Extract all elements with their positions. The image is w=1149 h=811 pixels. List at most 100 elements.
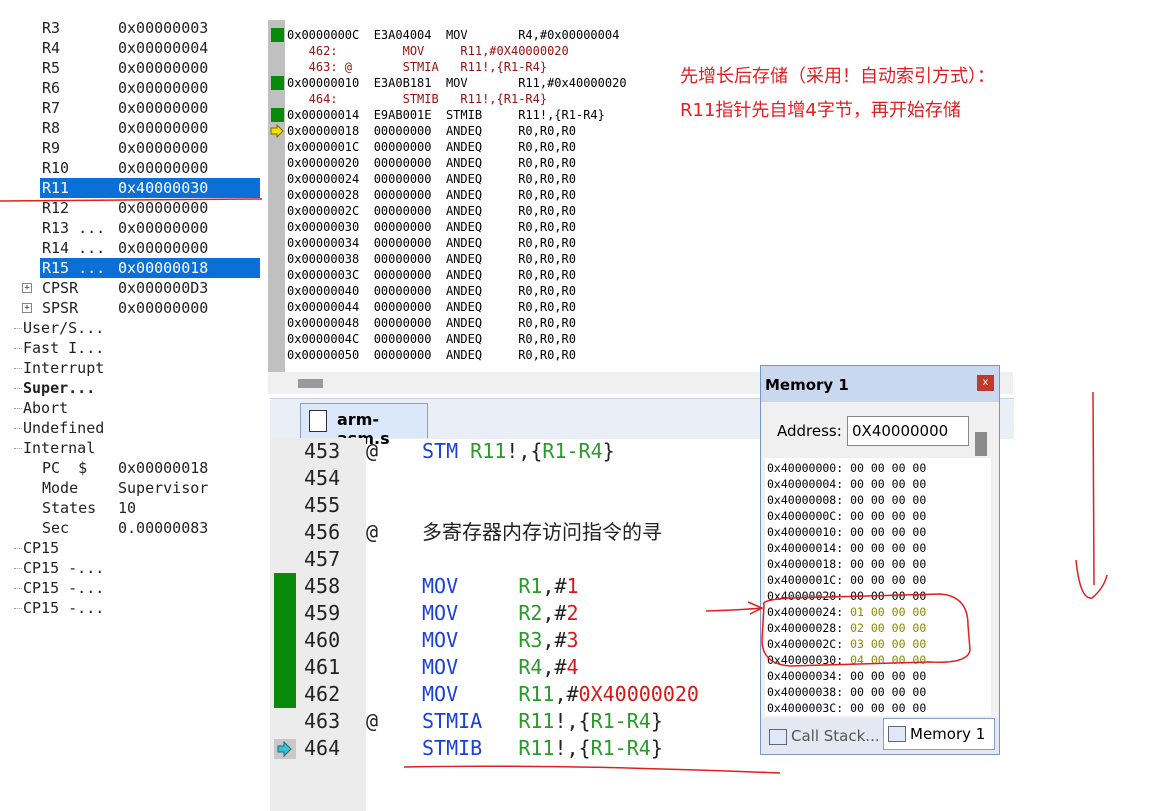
memory-row[interactable]: 0x40000028: 02 00 00 00 xyxy=(767,620,926,636)
register-row[interactable]: R8 0x00000000 xyxy=(0,118,262,138)
memory-row[interactable]: 0x4000003C: 00 00 00 00 xyxy=(767,700,926,716)
tab-arm-asm[interactable]: arm-asm.s xyxy=(300,403,428,448)
disassembly-line[interactable]: 0x0000001C 00000000 ANDEQ R0,R0,R0 xyxy=(287,139,576,155)
memory-row[interactable]: 0x40000014: 00 00 00 00 xyxy=(767,540,926,556)
code-token: MOV xyxy=(422,574,459,598)
disassembly-line[interactable]: 0x00000028 00000000 ANDEQ R0,R0,R0 xyxy=(287,187,576,203)
code-token: } xyxy=(650,709,663,733)
register-row[interactable]: R10 0x00000000 xyxy=(0,158,262,178)
disassembly-line[interactable]: 0x00000030 00000000 ANDEQ R0,R0,R0 xyxy=(287,219,576,235)
code-token: 多寄存器内存访问指令的寻 xyxy=(422,520,662,544)
register-row[interactable]: States 10 xyxy=(0,498,262,518)
memory-row[interactable]: 0x40000004: 00 00 00 00 xyxy=(767,476,926,492)
memory-bytes: 00 00 00 00 xyxy=(850,685,927,699)
memory-window[interactable]: Memory 1 x Address: 0x40000000: 00 00 00… xyxy=(760,365,1000,755)
register-row[interactable]: Internal xyxy=(0,438,262,458)
code-token: R4 xyxy=(458,655,543,679)
disassembly-line[interactable]: 0x0000002C 00000000 ANDEQ R0,R0,R0 xyxy=(287,203,576,219)
tab-memory[interactable]: Memory 1 xyxy=(883,718,995,750)
memory-address: 0x40000004: xyxy=(767,477,844,491)
memory-row[interactable]: 0x40000000: 00 00 00 00 xyxy=(767,460,926,476)
disassembly-line[interactable]: 0x00000048 00000000 ANDEQ R0,R0,R0 xyxy=(287,315,576,331)
memory-dump-list[interactable]: 0x40000000: 00 00 00 00 0x40000004: 00 00… xyxy=(765,458,991,716)
register-row[interactable]: Sec 0.00000083 xyxy=(0,518,262,538)
code-token: MOV xyxy=(422,655,459,679)
disassembly-line[interactable]: 0x0000000C E3A04004 MOV R4,#0x00000004 xyxy=(287,27,619,43)
code-token: 0X40000020 xyxy=(578,682,699,706)
register-name: CP15 -... xyxy=(23,579,105,597)
memory-row[interactable]: 0x40000038: 00 00 00 00 xyxy=(767,684,926,700)
memory-address: 0x4000003C: xyxy=(767,701,844,715)
register-row[interactable]: Abort xyxy=(0,398,262,418)
disassembly-line[interactable]: 0x00000024 00000000 ANDEQ R0,R0,R0 xyxy=(287,171,576,187)
memory-row[interactable]: 0x40000024: 01 00 00 00 xyxy=(767,604,926,620)
memory-scrollbar-thumb[interactable] xyxy=(975,432,987,456)
register-row[interactable]: PC $ 0x00000018 xyxy=(0,458,262,478)
register-row[interactable]: R13 ... 0x00000000 xyxy=(0,218,262,238)
register-row[interactable]: + SPSR 0x00000000 xyxy=(0,298,262,318)
register-value: 0x00000004 xyxy=(118,39,209,57)
register-row[interactable]: R7 0x00000000 xyxy=(0,98,262,118)
address-input[interactable] xyxy=(847,416,969,446)
register-row[interactable]: Undefined xyxy=(0,418,262,438)
register-row[interactable]: R14 ... 0x00000000 xyxy=(0,238,262,258)
memory-address: 0x40000014: xyxy=(767,541,844,555)
disassembly-line[interactable]: 0x00000020 00000000 ANDEQ R0,R0,R0 xyxy=(287,155,576,171)
disassembly-line[interactable]: 463: @ STMIA R11!,{R1-R4} xyxy=(287,59,547,75)
code-text: MOV R3,#3 xyxy=(422,627,579,654)
register-row[interactable]: R6 0x00000000 xyxy=(0,78,262,98)
register-row[interactable]: R11 0x40000030 xyxy=(0,178,262,198)
memory-row[interactable]: 0x40000030: 04 00 00 00 xyxy=(767,652,926,668)
expand-icon[interactable]: + xyxy=(22,303,32,313)
memory-bytes: 00 00 00 00 xyxy=(850,541,927,555)
register-row[interactable]: + CPSR 0x000000D3 xyxy=(0,278,262,298)
register-row[interactable]: R12 0x00000000 xyxy=(0,198,262,218)
executed-line-marker xyxy=(274,627,296,654)
register-row[interactable]: Mode Supervisor xyxy=(0,478,262,498)
memory-row[interactable]: 0x4000002C: 03 00 00 00 xyxy=(767,636,926,652)
register-row[interactable]: Super... xyxy=(0,378,262,398)
disassembly-line[interactable]: 0x00000018 00000000 ANDEQ R0,R0,R0 xyxy=(287,123,576,139)
memory-row[interactable]: 0x40000020: 00 00 00 00 xyxy=(767,588,926,604)
disassembly-line[interactable]: 0x00000044 00000000 ANDEQ R0,R0,R0 xyxy=(287,299,576,315)
register-name: CP15 -... xyxy=(23,559,105,577)
memory-row[interactable]: 0x40000008: 00 00 00 00 xyxy=(767,492,926,508)
code-token: !,{ xyxy=(554,736,591,760)
register-row[interactable]: CP15 -... xyxy=(0,598,262,618)
register-row[interactable]: R4 0x00000004 xyxy=(0,38,262,58)
line-number: 454 xyxy=(304,466,341,490)
register-row[interactable]: R3 0x00000003 xyxy=(0,18,262,38)
disassembly-line[interactable]: 0x00000038 00000000 ANDEQ R0,R0,R0 xyxy=(287,251,576,267)
register-name: SPSR xyxy=(42,299,79,317)
register-row[interactable]: R15 ... 0x00000018 xyxy=(0,258,262,278)
register-row[interactable]: R5 0x00000000 xyxy=(0,58,262,78)
code-token: 2 xyxy=(566,601,579,625)
register-row[interactable]: Interrupt xyxy=(0,358,262,378)
disassembly-line[interactable]: 0x0000004C 00000000 ANDEQ R0,R0,R0 xyxy=(287,331,576,347)
disassembly-line[interactable]: 0x0000003C 00000000 ANDEQ R0,R0,R0 xyxy=(287,267,576,283)
register-row[interactable]: CP15 -... xyxy=(0,558,262,578)
disassembly-line[interactable]: 0x00000034 00000000 ANDEQ R0,R0,R0 xyxy=(287,235,576,251)
expand-icon[interactable]: + xyxy=(22,283,32,293)
tree-connector xyxy=(14,608,22,609)
disassembly-line[interactable]: 462: MOV R11,#0X40000020 xyxy=(287,43,569,59)
scrollbar-thumb[interactable] xyxy=(298,379,323,388)
tab-call-stack[interactable]: Call Stack... xyxy=(765,722,881,750)
memory-row[interactable]: 0x40000034: 00 00 00 00 xyxy=(767,668,926,684)
disassembly-line[interactable]: 0x00000040 00000000 ANDEQ R0,R0,R0 xyxy=(287,283,576,299)
register-row[interactable]: Fast I... xyxy=(0,338,262,358)
register-row[interactable]: R9 0x00000000 xyxy=(0,138,262,158)
register-row[interactable]: CP15 -... xyxy=(0,578,262,598)
disassembly-line[interactable]: 0x00000014 E9AB001E STMIB R11!,{R1-R4} xyxy=(287,107,605,123)
memory-title-bar[interactable]: Memory 1 x xyxy=(761,366,999,402)
close-icon[interactable]: x xyxy=(977,375,994,391)
disassembly-line[interactable]: 0x00000010 E3A0B181 MOV R11,#0x40000020 xyxy=(287,75,627,91)
register-row[interactable]: CP15 xyxy=(0,538,262,558)
disassembly-line[interactable]: 0x00000050 00000000 ANDEQ R0,R0,R0 xyxy=(287,347,576,363)
disassembly-line[interactable]: 464: STMIB R11!,{R1-R4} xyxy=(287,91,547,107)
register-row[interactable]: User/S... xyxy=(0,318,262,338)
memory-row[interactable]: 0x4000000C: 00 00 00 00 xyxy=(767,508,926,524)
memory-row[interactable]: 0x40000010: 00 00 00 00 xyxy=(767,524,926,540)
memory-row[interactable]: 0x4000001C: 00 00 00 00 xyxy=(767,572,926,588)
memory-row[interactable]: 0x40000018: 00 00 00 00 xyxy=(767,556,926,572)
